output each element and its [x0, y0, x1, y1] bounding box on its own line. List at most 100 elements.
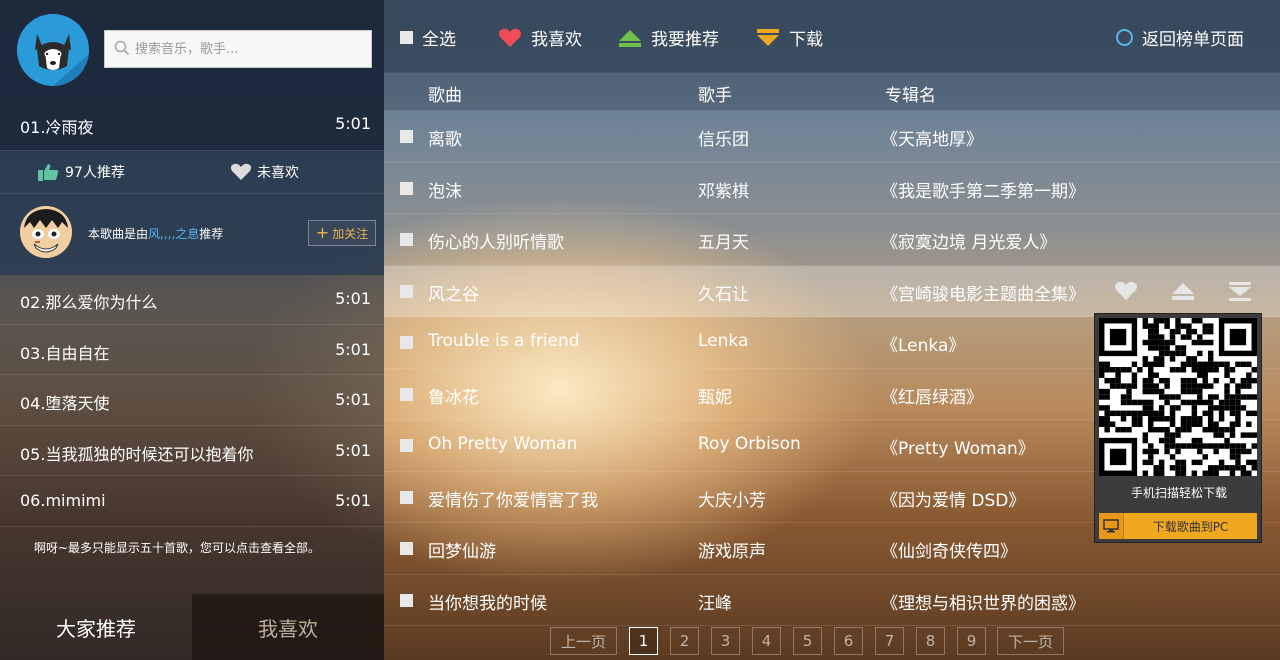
playlist-item-title: 03.自由自在: [20, 343, 110, 363]
table-row[interactable]: 风之谷 久石让 《宫崎骏电影主题曲全集》: [384, 265, 1280, 317]
artist-name: Lenka: [698, 331, 749, 351]
download-to-pc-label: 下载歌曲到PC: [1152, 519, 1229, 534]
recommender-name-link[interactable]: 风,,,,之息: [148, 227, 199, 241]
plus-icon: +: [315, 223, 330, 242]
table-row[interactable]: 离歌 信乐团 《天高地厚》: [384, 111, 1280, 163]
select-all[interactable]: 全选: [400, 25, 456, 50]
song-title: 回梦仙游: [428, 542, 496, 562]
favorite-button[interactable]: 我喜欢: [498, 25, 582, 50]
heart-icon: [499, 28, 521, 47]
page-button-8[interactable]: 8: [916, 627, 945, 655]
playlist-item[interactable]: 04.堕落天使 5:01: [0, 375, 384, 426]
page-button-1[interactable]: 1: [629, 627, 658, 655]
select-all-label: 全选: [422, 30, 456, 50]
qr-download-popup: 手机扫描轻松下载 下载歌曲到PC: [1094, 313, 1262, 543]
follow-button[interactable]: + 加关注: [308, 220, 376, 246]
select-all-checkbox[interactable]: [400, 31, 413, 44]
row-checkbox[interactable]: [400, 593, 413, 607]
page-button-5[interactable]: 5: [793, 627, 822, 655]
album-name: 《红唇绿酒》: [881, 387, 983, 408]
favorite-label: 我喜欢: [531, 30, 582, 50]
playlist-item-duration: 5:01: [335, 491, 371, 511]
page-button-7[interactable]: 7: [875, 627, 904, 655]
song-title: Oh Pretty Woman: [428, 434, 578, 454]
tab-everyone-recommends[interactable]: 大家推荐: [0, 594, 192, 660]
recommend-button[interactable]: 我要推荐: [618, 25, 719, 50]
table-row[interactable]: 泡沫 邓紫棋 《我是歌手第二季第一期》: [384, 163, 1280, 214]
song-title: 伤心的人别听情歌: [428, 233, 564, 253]
page-button-2[interactable]: 2: [670, 627, 699, 655]
song-stats-row: 97人推荐 未喜欢: [0, 151, 384, 194]
row-download-icon[interactable]: [1228, 281, 1252, 301]
row-checkbox[interactable]: [400, 387, 413, 401]
row-checkbox[interactable]: [400, 181, 413, 195]
pagination: 上一页 1 2 3 4 5 6 7 8 9 下一页: [384, 622, 1280, 660]
col-artist: 歌手: [698, 86, 732, 106]
playlist-item[interactable]: 03.自由自在 5:01: [0, 325, 384, 376]
sidebar-header: [0, 0, 384, 100]
album-name: 《仙剑奇侠传四》: [881, 542, 1017, 562]
row-checkbox[interactable]: [400, 130, 413, 143]
recommend-count-text: 97人推荐: [65, 165, 125, 181]
search-box[interactable]: [104, 30, 372, 68]
recommender-prefix: 本歌曲是由: [88, 227, 149, 241]
monitor-icon: [1099, 513, 1124, 539]
artist-name: 汪峰: [698, 593, 732, 614]
back-to-charts-link[interactable]: 返回榜单页面: [1116, 25, 1244, 50]
user-avatar[interactable]: [17, 14, 89, 86]
row-recommend-icon[interactable]: [1171, 281, 1195, 301]
song-title: 风之谷: [428, 284, 479, 305]
page-button-3[interactable]: 3: [711, 627, 740, 655]
recommender-line: 本歌曲是由风,,,,之息推荐: [88, 225, 223, 242]
col-album: 专辑名: [885, 86, 936, 106]
search-icon[interactable]: [114, 40, 130, 56]
playlist-item[interactable]: 06.mimimi 5:01: [0, 476, 384, 527]
song-title: 鲁冰花: [428, 387, 479, 408]
artist-name: 游戏原声: [698, 542, 766, 562]
playlist-limit-note[interactable]: 啊呀~最多只能显示五十首歌，您可以点击查看全部。: [34, 539, 320, 556]
sidebar: 01.冷雨夜 5:01 97人推荐 未喜欢: [0, 0, 384, 660]
playlist-item-title: 04.堕落天使: [20, 394, 110, 414]
playlist-item-title: 06.mimimi: [20, 491, 106, 511]
download-label: 下载: [789, 30, 823, 50]
table-row[interactable]: 伤心的人别听情歌 五月天 《寂寞边境 月光爱人》: [384, 214, 1280, 266]
husky-avatar-icon: [17, 14, 89, 86]
page-button-6[interactable]: 6: [834, 627, 863, 655]
table-row[interactable]: 当你想我的时候 汪峰 《理想与相识世界的困惑》: [384, 575, 1280, 626]
row-checkbox[interactable]: [400, 284, 413, 298]
playlist-item[interactable]: 02.那么爱你为什么 5:01: [0, 274, 384, 325]
playlist-item-title: 05.当我孤独的时候还可以抱着你: [20, 444, 254, 464]
album-name: 《Lenka》: [881, 336, 966, 356]
song-title: 当你想我的时候: [428, 593, 547, 614]
page-button-4[interactable]: 4: [752, 627, 781, 655]
playlist-item-duration: 5:01: [335, 390, 371, 410]
album-name: 《寂寞边境 月光爱人》: [881, 233, 1057, 253]
song-title: 爱情伤了你爱情害了我: [428, 490, 598, 511]
download-to-pc-button[interactable]: 下载歌曲到PC: [1099, 513, 1257, 539]
playlist-item-duration: 5:01: [335, 289, 371, 308]
recommender-avatar[interactable]: [20, 206, 72, 258]
row-checkbox[interactable]: [400, 439, 413, 452]
row-checkbox[interactable]: [400, 233, 413, 246]
next-page-button[interactable]: 下一页: [997, 627, 1064, 655]
album-name: 《天高地厚》: [881, 130, 983, 150]
page-button-9[interactable]: 9: [957, 627, 986, 655]
song-title: 泡沫: [428, 181, 462, 202]
recommend-label: 我要推荐: [651, 30, 719, 50]
current-song-detail: 97人推荐 未喜欢 本歌曲是由风,,,,之息推荐 + 加关注: [0, 150, 384, 275]
prev-page-button[interactable]: 上一页: [550, 627, 617, 655]
eject-up-icon: [619, 29, 641, 47]
like-status[interactable]: 未喜欢: [230, 162, 299, 182]
tab-my-favorites[interactable]: 我喜欢: [192, 594, 384, 660]
row-heart-icon[interactable]: [1114, 281, 1138, 301]
playlist-item[interactable]: 05.当我孤独的时候还可以抱着你 5:01: [0, 426, 384, 477]
current-song-item[interactable]: 01.冷雨夜 5:01: [0, 100, 384, 150]
row-checkbox[interactable]: [400, 336, 413, 349]
recommend-count[interactable]: 97人推荐: [38, 162, 125, 182]
album-name: 《我是歌手第二季第一期》: [881, 181, 1085, 202]
search-input[interactable]: [135, 31, 365, 67]
row-checkbox[interactable]: [400, 542, 413, 555]
qr-code-icon: [1099, 318, 1257, 476]
row-checkbox[interactable]: [400, 490, 413, 504]
download-button[interactable]: 下载: [756, 25, 823, 50]
